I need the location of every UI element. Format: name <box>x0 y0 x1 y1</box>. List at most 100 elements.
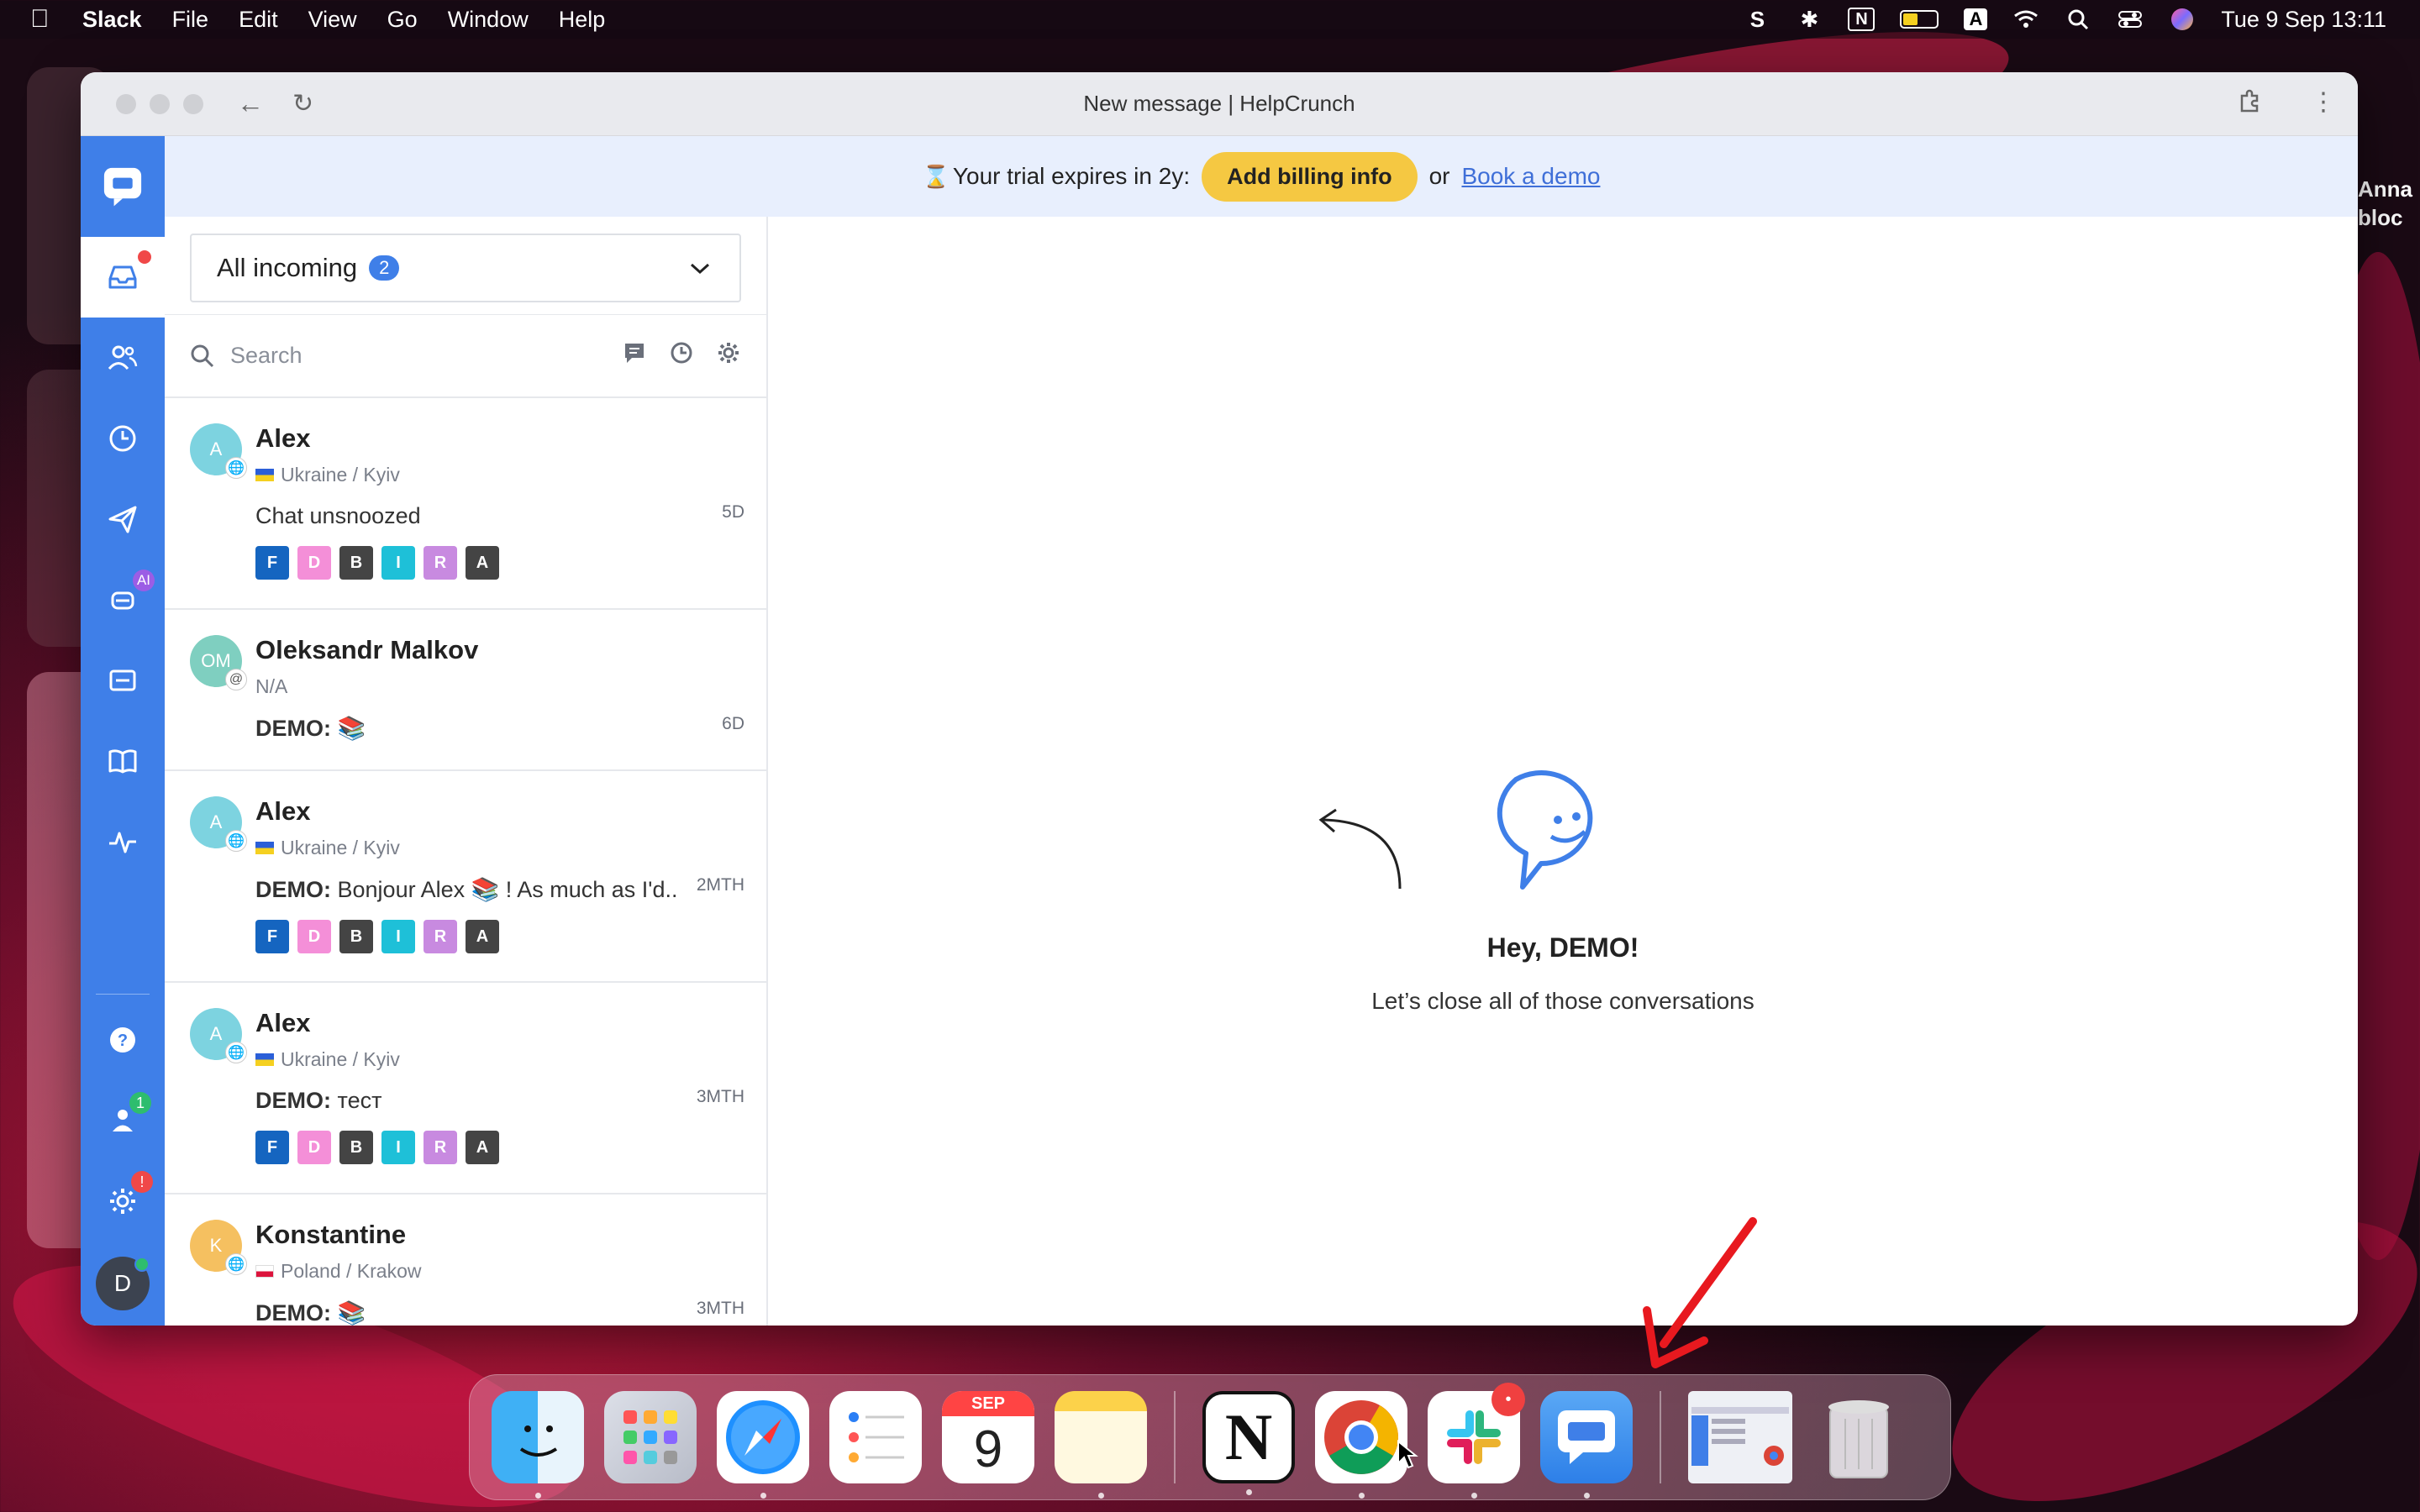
sidebar-item-team[interactable]: 1 <box>81 1080 165 1161</box>
menubar-app-name[interactable]: Slack <box>82 7 142 33</box>
tag-badge[interactable]: D <box>297 1131 331 1164</box>
asterisk-icon[interactable]: ✱ <box>1796 7 1823 32</box>
ukraine-flag-icon <box>255 1053 274 1066</box>
tag-badge[interactable]: A <box>466 546 499 580</box>
trash-icon[interactable] <box>1812 1391 1905 1483</box>
tag-badge[interactable]: I <box>381 920 415 953</box>
contact-avatar: A 🌐 <box>190 423 247 479</box>
sidebar-item-knowledge-base[interactable] <box>81 721 165 801</box>
tag-badge[interactable]: I <box>381 546 415 580</box>
input-source-indicator[interactable]: A <box>1964 8 1988 30</box>
sidebar-item-help[interactable]: ? <box>81 1000 165 1080</box>
tag-badge[interactable]: D <box>297 920 331 953</box>
conversation-item[interactable]: A 🌐 Alex Ukraine / Kyiv Chat unsnoozed F… <box>165 398 766 610</box>
tag-badge[interactable]: R <box>424 1131 457 1164</box>
notion-tray-icon[interactable]: N <box>1848 8 1876 31</box>
slack-notification-badge: • <box>1491 1383 1525 1416</box>
menu-file[interactable]: File <box>172 7 209 33</box>
tag-badge[interactable]: B <box>339 1131 373 1164</box>
more-vertical-icon[interactable]: ⋮ <box>2311 87 2336 121</box>
chrome-window-thumbnail[interactable] <box>1688 1391 1792 1483</box>
menu-view[interactable]: View <box>308 7 357 33</box>
close-window-button[interactable] <box>116 93 136 114</box>
sidebar-item-inbox[interactable] <box>81 237 165 318</box>
tag-badge[interactable]: R <box>424 546 457 580</box>
extension-icon[interactable] <box>2237 87 2264 121</box>
scrivener-icon[interactable]: S <box>1744 7 1770 32</box>
canned-responses-icon[interactable] <box>622 340 647 372</box>
dock-separator <box>1174 1391 1176 1483</box>
history-clock-icon[interactable] <box>669 340 694 372</box>
helpcrunch-dock-icon[interactable] <box>1540 1391 1633 1499</box>
contact-name: Alex <box>255 796 311 826</box>
chrome-icon[interactable] <box>1315 1391 1407 1499</box>
notes-icon[interactable] <box>1055 1391 1147 1499</box>
menu-help[interactable]: Help <box>559 7 606 33</box>
tag-badge[interactable]: A <box>466 1131 499 1164</box>
trial-banner: ⌛ Your trial expires in 2y: Add billing … <box>165 136 2358 217</box>
background-partial-text: Anna bloc <box>2358 176 2412 230</box>
user-avatar[interactable]: D <box>96 1257 150 1310</box>
tag-badge[interactable]: I <box>381 1131 415 1164</box>
contact-location: Ukraine / Kyiv <box>255 837 744 859</box>
control-center-icon[interactable] <box>2117 8 2144 31</box>
menu-edit[interactable]: Edit <box>239 7 278 33</box>
tag-badge[interactable]: F <box>255 920 289 953</box>
search-bar[interactable]: Search <box>165 314 766 398</box>
mouse-cursor-icon <box>1397 1440 1418 1469</box>
conversation-item[interactable]: A 🌐 Alex Ukraine / Kyiv DEMO: Bonjour Al… <box>165 771 766 983</box>
conversation-item[interactable]: A 🌐 Alex Ukraine / Kyiv DEMO: тест F D B… <box>165 983 766 1194</box>
sidebar-item-settings[interactable]: ! <box>81 1161 165 1242</box>
tag-badge[interactable]: F <box>255 1131 289 1164</box>
settings-warning-badge: ! <box>131 1171 153 1193</box>
battery-icon[interactable] <box>1900 10 1939 29</box>
safari-icon[interactable] <box>717 1391 809 1499</box>
sidebar-item-reports[interactable] <box>81 801 165 882</box>
helpcrunch-logo-icon[interactable] <box>81 136 165 237</box>
conversation-item[interactable]: OM @ Oleksandr Malkov N/A DEMO: 📚 6D <box>165 610 766 771</box>
contact-avatar: A 🌐 <box>190 1008 247 1063</box>
sidebar-item-contacts[interactable] <box>81 318 165 398</box>
tag-badge[interactable]: F <box>255 546 289 580</box>
reload-icon[interactable]: ↻ <box>292 89 313 118</box>
inbox-notification-dot <box>136 249 153 265</box>
sidebar-item-ai-bot[interactable]: AI <box>81 559 165 640</box>
conversation-time: 3MTH <box>696 1087 744 1106</box>
notion-icon[interactable]: N <box>1202 1391 1295 1495</box>
launchpad-icon[interactable] <box>604 1391 697 1483</box>
tag-badge[interactable]: R <box>424 920 457 953</box>
sidebar-divider <box>96 994 150 995</box>
sidebar-item-history[interactable] <box>81 398 165 479</box>
tag-badge[interactable]: A <box>466 920 499 953</box>
conversation-tags: F D B I R A <box>255 546 744 580</box>
contact-name: Alex <box>255 423 311 453</box>
finder-icon[interactable] <box>492 1391 584 1499</box>
calendar-icon[interactable]: SEP 9 <box>942 1391 1034 1483</box>
sidebar-item-outbound[interactable] <box>81 479 165 559</box>
inbox-filter-dropdown[interactable]: All incoming 2 <box>190 234 741 302</box>
siri-icon[interactable] <box>2169 8 2196 31</box>
apple-icon[interactable]:  <box>30 5 69 34</box>
book-demo-link[interactable]: Book a demo <box>1461 163 1600 190</box>
slack-icon[interactable]: • <box>1428 1383 1525 1499</box>
zoom-window-button[interactable] <box>183 93 203 114</box>
menu-window[interactable]: Window <box>448 7 529 33</box>
annotation-arrow-icon <box>1643 1217 1757 1368</box>
menubar-clock[interactable]: Tue 9 Sep 13:11 <box>2221 7 2386 33</box>
menu-go[interactable]: Go <box>387 7 418 33</box>
search-input[interactable]: Search <box>230 343 302 369</box>
conversation-tags: F D B I R A <box>255 1131 744 1164</box>
back-arrow-icon[interactable]: ← <box>237 88 264 119</box>
conversation-item[interactable]: K 🌐 Konstantine Poland / Krakow DEMO: 📚 … <box>165 1194 766 1326</box>
tag-badge[interactable]: B <box>339 920 373 953</box>
online-status-dot <box>134 1257 150 1272</box>
reminders-icon[interactable] <box>829 1391 922 1483</box>
spotlight-search-icon[interactable] <box>2065 8 2091 31</box>
add-billing-info-button[interactable]: Add billing info <box>1202 151 1418 202</box>
list-settings-gear-icon[interactable] <box>716 340 741 372</box>
sidebar-item-widget[interactable] <box>81 640 165 721</box>
tag-badge[interactable]: D <box>297 546 331 580</box>
minimize-window-button[interactable] <box>150 93 170 114</box>
tag-badge[interactable]: B <box>339 546 373 580</box>
wifi-icon[interactable] <box>2012 8 2039 31</box>
